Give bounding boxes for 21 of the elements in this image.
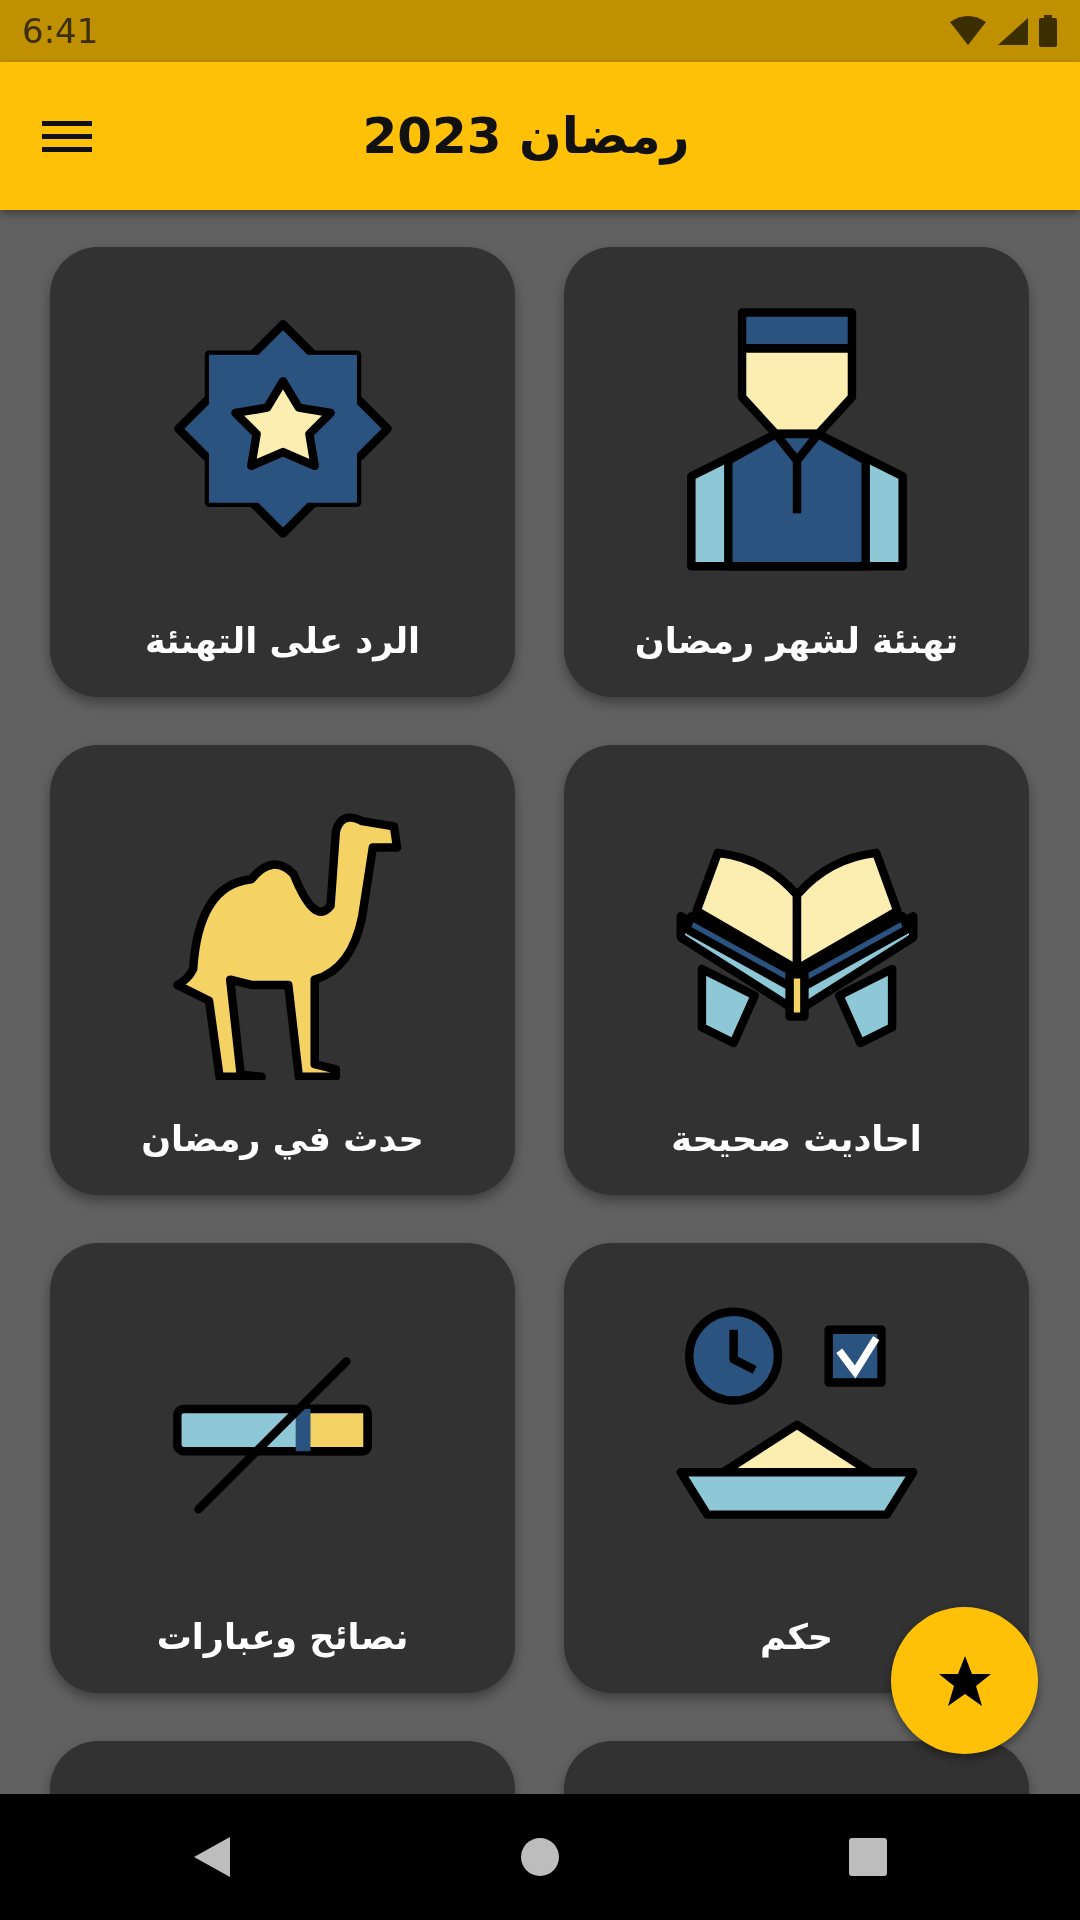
card-label: حكم bbox=[760, 1615, 833, 1660]
home-icon[interactable] bbox=[520, 1837, 560, 1877]
category-card[interactable]: احاديث صحيحة bbox=[564, 745, 1029, 1195]
card-label: نصائح وعبارات bbox=[156, 1615, 409, 1660]
card-label: احاديث صحيحة bbox=[671, 1117, 922, 1161]
card-label: حدث في رمضان bbox=[141, 1117, 424, 1162]
category-card[interactable]: الرد على التهنئة bbox=[50, 247, 515, 697]
category-card[interactable]: نصائح وعبارات bbox=[50, 1243, 515, 1693]
menu-icon bbox=[42, 119, 92, 153]
wifi-icon bbox=[948, 16, 988, 46]
card-label: الرد على التهنئة bbox=[144, 619, 421, 664]
status-time: 6:41 bbox=[22, 9, 99, 53]
recents-icon[interactable] bbox=[848, 1837, 888, 1877]
category-card[interactable]: حكم bbox=[564, 1243, 1029, 1693]
category-card[interactable]: تهنئة لشهر رمضان bbox=[564, 247, 1029, 697]
battery-icon bbox=[1038, 15, 1058, 47]
card-label: تهنئة لشهر رمضان bbox=[634, 619, 959, 664]
category-card[interactable]: حدث في رمضان bbox=[50, 745, 515, 1195]
app-title: رمضان 2023 bbox=[362, 105, 690, 167]
signal-icon bbox=[996, 16, 1030, 46]
back-icon[interactable] bbox=[192, 1835, 232, 1879]
